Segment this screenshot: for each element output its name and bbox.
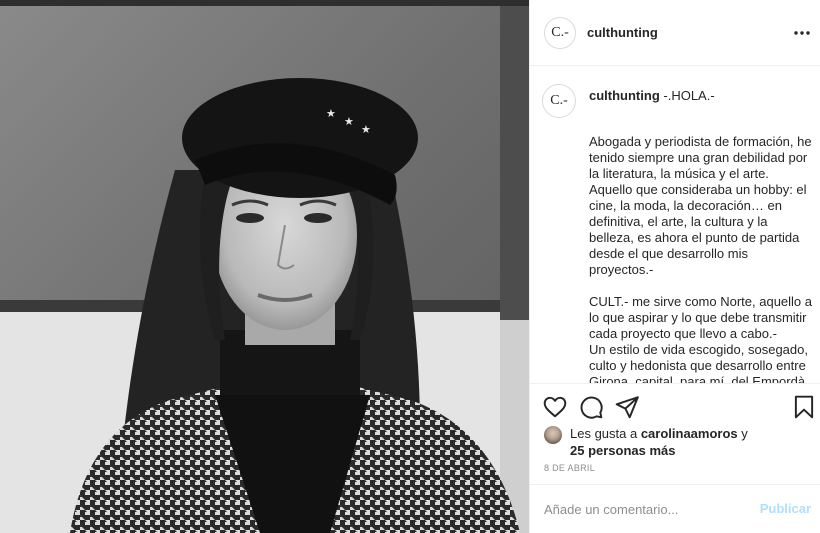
- liker-avatar[interactable]: [544, 426, 562, 444]
- likes-prefix: Les gusta a: [570, 426, 641, 441]
- caption-paragraph-2: CULT.- me sirve como Norte, aquello a lo…: [589, 294, 813, 341]
- bookmark-icon: [794, 395, 814, 419]
- comment-input[interactable]: [544, 499, 744, 519]
- caption-area[interactable]: C.- culthunting -.HOLA.- Abogada y perio…: [530, 67, 820, 383]
- comment-box: Publicar: [530, 484, 820, 533]
- caption-paragraph-3: Un estilo de vida escogido, sosegado, cu…: [589, 342, 809, 383]
- ellipsis-icon: [794, 31, 810, 35]
- post-header: C.- culthunting: [530, 0, 820, 66]
- header-username-link[interactable]: culthunting: [587, 25, 658, 40]
- comment-button[interactable]: [578, 394, 604, 420]
- avatar[interactable]: C.-: [544, 17, 576, 49]
- portrait-image: ★ ★ ★: [0, 0, 529, 533]
- svg-text:★: ★: [361, 123, 371, 136]
- more-options-icon[interactable]: [793, 24, 811, 42]
- caption-headline: -.HOLA.-: [659, 88, 715, 103]
- likes-connector: y: [737, 426, 748, 441]
- heart-icon: [543, 396, 567, 418]
- post-side-panel: C.- culthunting C.- culthunting -.HOLA.-…: [529, 0, 820, 533]
- caption-header: culthunting -.HOLA.-: [589, 88, 715, 103]
- caption-username-link[interactable]: culthunting: [589, 88, 660, 103]
- caption-text: Abogada y periodista de formación, he te…: [589, 134, 813, 383]
- likes-line-1: Les gusta a carolinaamoros y: [570, 425, 748, 442]
- caption-paragraph-1: Abogada y periodista de formación, he te…: [589, 134, 812, 277]
- post-photo[interactable]: ★ ★ ★: [0, 0, 529, 533]
- post-date[interactable]: 8 DE ABRIL: [544, 463, 595, 473]
- svg-text:★: ★: [344, 115, 354, 128]
- like-button[interactable]: [542, 394, 568, 420]
- caption-avatar[interactable]: C.-: [542, 84, 576, 118]
- svg-text:★: ★: [326, 107, 336, 120]
- comment-icon: [580, 396, 603, 419]
- likes-others-link[interactable]: 25 personas más: [570, 442, 676, 459]
- save-button[interactable]: [791, 394, 817, 420]
- publish-button[interactable]: Publicar: [760, 501, 811, 516]
- action-bar: Les gusta a carolinaamoros y 25 personas…: [530, 383, 820, 483]
- paper-plane-icon: [615, 396, 639, 419]
- caption-avatar-logo-text: C.-: [550, 93, 568, 108]
- share-button[interactable]: [614, 394, 640, 420]
- liker-username-link[interactable]: carolinaamoros: [641, 426, 738, 441]
- avatar-logo-text: C.-: [551, 25, 569, 40]
